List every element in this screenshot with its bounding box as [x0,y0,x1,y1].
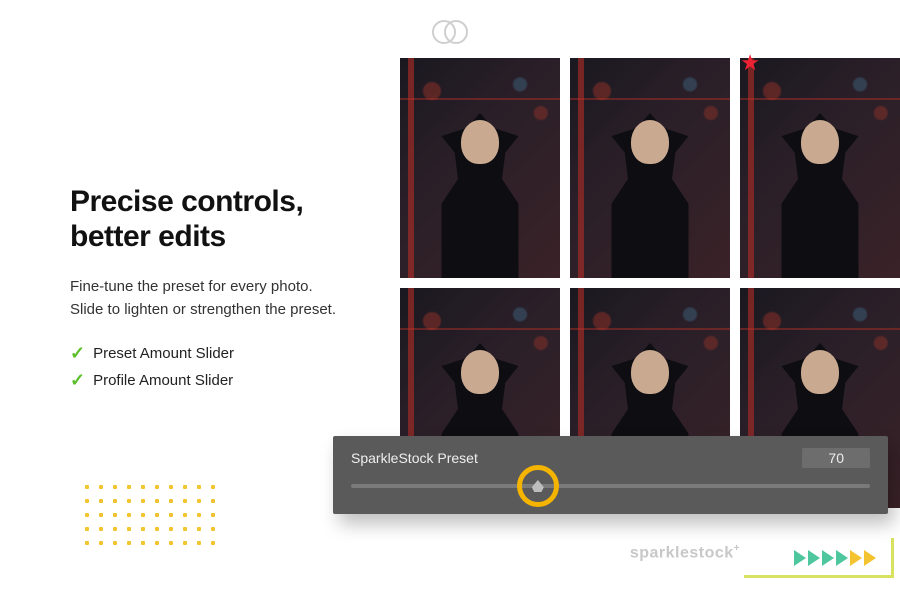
subheading: Fine-tune the preset for every photo. Sl… [70,276,350,321]
triangle-icon [850,550,862,566]
watermark-text: sparklestock [630,544,734,561]
preview-thumbnail [740,58,900,278]
highlight-ring-icon [517,465,559,507]
brand-watermark: sparklestock+ [630,543,740,562]
headline: Precise controls, better edits [70,185,350,254]
preset-slider-panel: SparkleStock Preset 70 [333,436,888,514]
overlap-circles-logo [428,18,472,51]
slider-track[interactable] [351,484,870,488]
triangle-icon [822,550,834,566]
watermark-mark: + [734,543,740,554]
triangle-icon [836,550,848,566]
dot-pattern-decoration [80,480,220,550]
feature-label: Profile Amount Slider [93,372,233,389]
star-icon: ★ [740,50,760,76]
preview-thumbnail [570,58,730,278]
feature-item: ✓ Profile Amount Slider [70,370,350,391]
triangle-icon [808,550,820,566]
slider-label: SparkleStock Preset [351,450,478,466]
feature-list: ✓ Preset Amount Slider ✓ Profile Amount … [70,343,350,391]
feature-item: ✓ Preset Amount Slider [70,343,350,364]
slider-knob-icon [532,480,544,492]
headline-line-2: better edits [70,220,226,253]
preview-thumbnail [400,58,560,278]
feature-label: Preset Amount Slider [93,345,234,362]
triangle-icon [794,550,806,566]
check-icon: ✓ [70,343,85,364]
headline-line-1: Precise controls, [70,185,303,218]
copy-block: Precise controls, better edits Fine-tune… [70,185,350,397]
arrow-row-decoration [794,550,876,566]
slider-handle[interactable] [517,465,559,507]
check-icon: ✓ [70,370,85,391]
slider-value: 70 [802,448,870,468]
triangle-icon [864,550,876,566]
